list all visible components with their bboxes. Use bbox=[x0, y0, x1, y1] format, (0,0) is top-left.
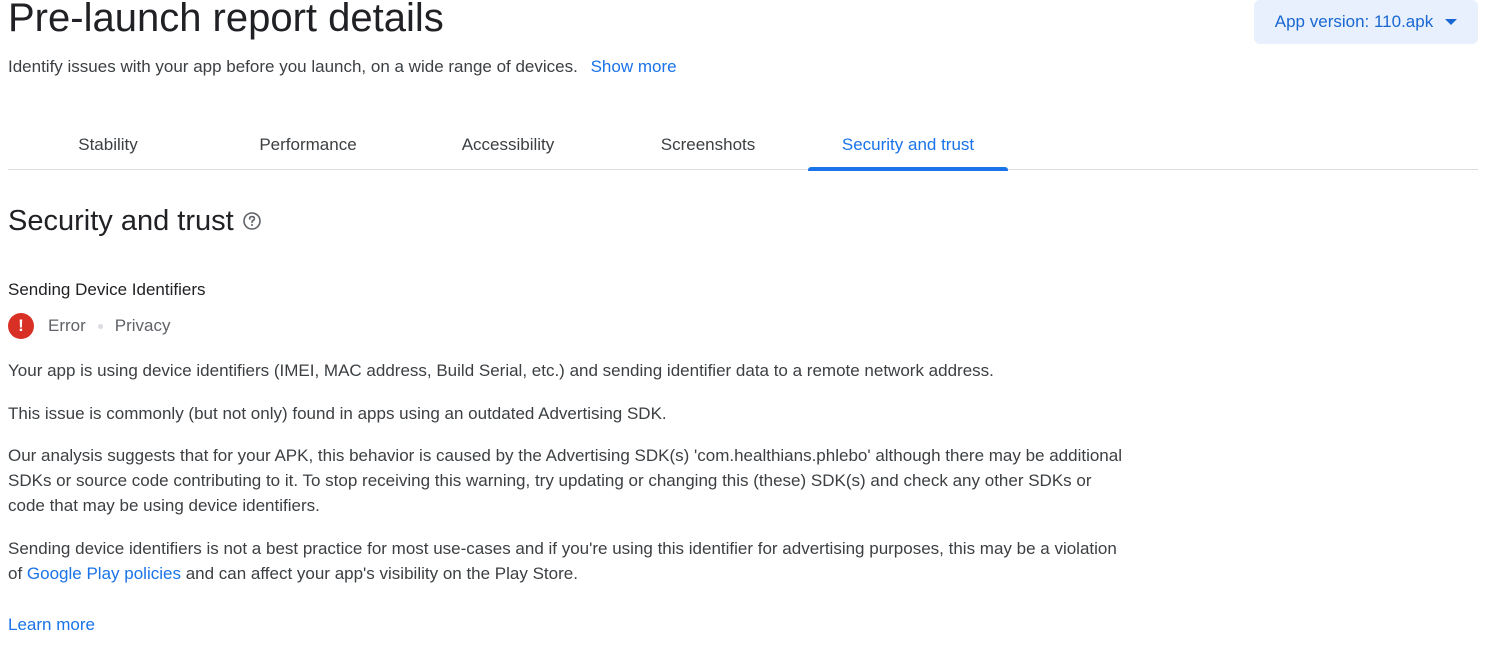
tab-bar: Stability Performance Accessibility Scre… bbox=[8, 120, 1478, 171]
app-version-dropdown[interactable]: App version: 110.apk bbox=[1254, 0, 1478, 44]
issue-description-1: Your app is using device identifiers (IM… bbox=[8, 361, 994, 380]
dropdown-caret-icon bbox=[1445, 19, 1458, 25]
issue-description-3: Our analysis suggests that for your APK,… bbox=[8, 446, 1122, 515]
issue-description-2: This issue is commonly (but not only) fo… bbox=[8, 404, 667, 423]
page-subtitle: Identify issues with your app before you… bbox=[8, 56, 677, 78]
separator-dot bbox=[97, 323, 103, 329]
issue-description-4: Sending device identifiers is not a best… bbox=[8, 536, 1133, 586]
tab-accessibility[interactable]: Accessibility bbox=[408, 120, 608, 170]
issue-title: Sending Device Identifiers bbox=[8, 280, 206, 299]
help-circle-icon[interactable] bbox=[242, 211, 262, 231]
tab-stability[interactable]: Stability bbox=[8, 120, 208, 170]
app-version-label: App version: 110.apk bbox=[1274, 12, 1434, 31]
tab-security-and-trust[interactable]: Security and trust bbox=[808, 120, 1008, 171]
category-label: Privacy bbox=[114, 316, 171, 335]
error-icon: ! bbox=[8, 313, 34, 339]
subtitle-text: Identify issues with your app before you… bbox=[8, 57, 578, 76]
tab-screenshots[interactable]: Screenshots bbox=[608, 120, 808, 170]
severity-label: Error bbox=[48, 316, 86, 335]
section-title: Security and trust bbox=[8, 205, 234, 237]
paragraph4-text-after: and can affect your app's visibility on … bbox=[185, 564, 578, 583]
learn-more-link[interactable]: Learn more bbox=[8, 612, 95, 637]
tab-performance[interactable]: Performance bbox=[208, 120, 408, 170]
google-play-policies-link[interactable]: Google Play policies bbox=[27, 564, 181, 583]
section-heading: Security and trust bbox=[8, 202, 262, 240]
page-title: Pre-launch report details bbox=[8, 0, 444, 40]
show-more-link[interactable]: Show more bbox=[591, 57, 677, 76]
issue-status: ! Error Privacy bbox=[8, 312, 171, 340]
